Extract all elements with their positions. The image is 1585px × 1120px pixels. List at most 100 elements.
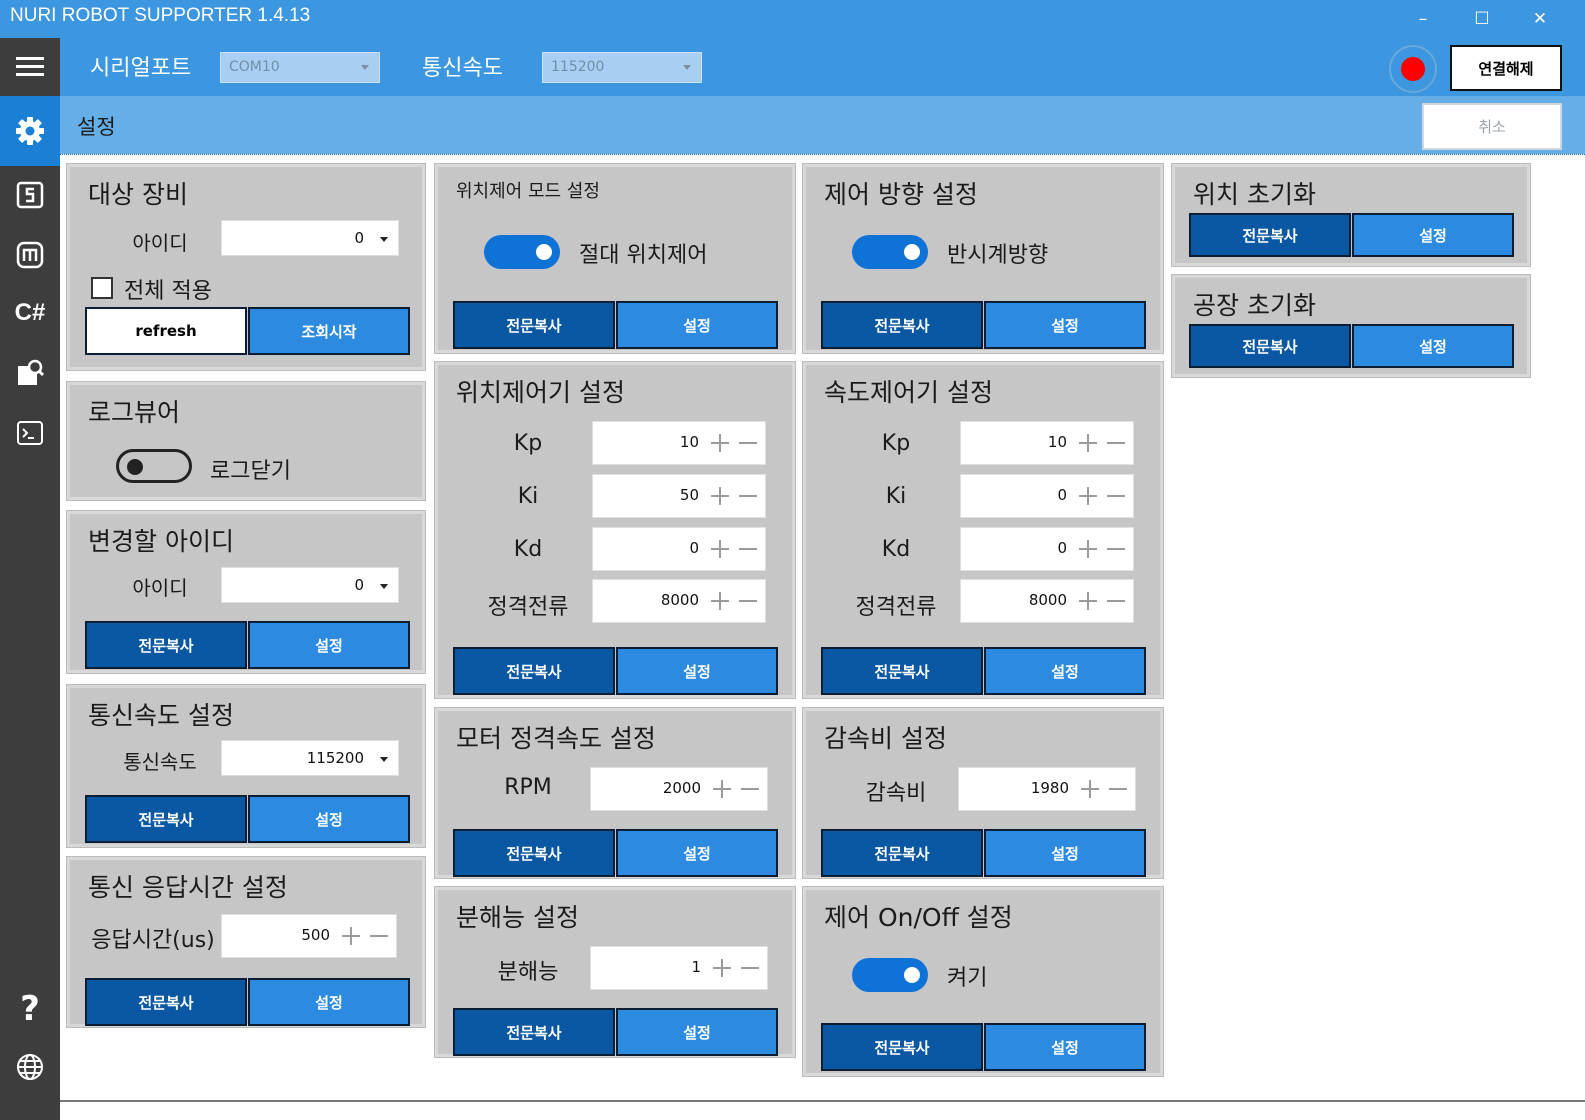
plus-icon[interactable] [709,534,731,564]
plus-icon[interactable] [709,586,731,616]
minus-icon[interactable] [1107,774,1129,804]
minus-icon[interactable] [737,586,759,616]
minimize-button[interactable]: – [1394,0,1452,38]
minus-icon[interactable] [1105,428,1127,458]
window-title: NURI ROBOT SUPPORTER 1.4.13 [10,5,311,26]
sidebar-item-csharp[interactable]: C# [0,284,60,342]
panel-title: 모터 정격속도 설정 [456,724,656,753]
target-device-panel: 대상 장비 아이디 0 전체 적용 refresh 조회시작 [66,163,426,371]
plus-icon[interactable] [1079,774,1101,804]
serial-port-label: 시리얼포트 [90,56,192,81]
bottom-divider [60,1100,1585,1102]
set-button[interactable]: 설정 [616,647,778,695]
scan-start-button[interactable]: 조회시작 [248,307,410,355]
minus-icon[interactable] [1105,481,1127,511]
plus-icon[interactable] [1077,428,1099,458]
direction-toggle[interactable] [852,235,928,269]
copy-button[interactable]: 전문복사 [85,621,247,669]
rated-current-stepper[interactable]: 8000 [592,579,766,623]
factory-reset-panel: 공장 초기화 전문복사 설정 [1171,274,1531,378]
control-onoff-toggle[interactable] [852,958,928,992]
plus-icon[interactable] [1077,534,1099,564]
position-mode-toggle[interactable] [484,235,560,269]
cancel-button[interactable]: 취소 [1422,103,1562,150]
plus-icon[interactable] [1077,481,1099,511]
copy-button[interactable]: 전문복사 [85,978,247,1026]
disconnect-button[interactable]: 연결해제 [1450,45,1562,91]
sidebar-item-terminal[interactable] [0,404,60,462]
copy-button[interactable]: 전문복사 [821,301,983,349]
response-time-panel: 통신 응답시간 설정 응답시간(us) 500 전문복사 설정 [66,856,426,1028]
baud-setting-select[interactable]: 115200 [221,740,399,776]
copy-button[interactable]: 전문복사 [1189,213,1351,257]
plus-icon[interactable] [711,774,733,804]
set-button[interactable]: 설정 [248,621,410,669]
set-button[interactable]: 설정 [1352,213,1514,257]
copy-button[interactable]: 전문복사 [821,1023,983,1071]
set-button[interactable]: 설정 [616,301,778,349]
serial-port-select[interactable]: COM10 [220,52,380,83]
baud-label: 통신속도 [123,750,197,774]
minus-icon[interactable] [1105,586,1127,616]
sidebar-item-help[interactable]: ? [0,980,60,1038]
sidebar-item-document-search[interactable] [0,344,60,402]
minus-icon[interactable] [737,428,759,458]
minus-icon[interactable] [737,481,759,511]
copy-button[interactable]: 전문복사 [1189,324,1351,368]
plus-icon[interactable] [709,481,731,511]
response-time-stepper[interactable]: 500 [221,914,397,958]
set-button[interactable]: 설정 [984,1023,1146,1071]
rpm-stepper[interactable]: 2000 [590,767,768,811]
copy-button[interactable]: 전문복사 [453,829,615,877]
gear-ratio-stepper[interactable]: 1980 [958,767,1136,811]
minus-icon[interactable] [739,774,761,804]
set-button[interactable]: 설정 [1352,324,1514,368]
hamburger-menu-button[interactable] [0,38,60,96]
set-button[interactable]: 설정 [984,829,1146,877]
log-toggle[interactable] [116,449,192,483]
sidebar-item-language[interactable] [0,1038,60,1096]
serial-port-value: COM10 [229,59,280,75]
set-button[interactable]: 설정 [248,795,410,843]
plus-icon[interactable] [1077,586,1099,616]
kp-stepper[interactable]: 10 [960,421,1134,465]
resolution-stepper[interactable]: 1 [590,946,768,990]
apply-all-checkbox[interactable] [91,277,113,299]
set-button[interactable]: 설정 [984,647,1146,695]
ki-stepper[interactable]: 50 [592,474,766,518]
copy-button[interactable]: 전문복사 [453,1008,615,1056]
rated-current-stepper[interactable]: 8000 [960,579,1134,623]
kd-stepper[interactable]: 0 [592,527,766,571]
kd-stepper[interactable]: 0 [960,527,1134,571]
minus-icon[interactable] [739,953,761,983]
target-id-value: 0 [354,229,364,247]
kp-stepper[interactable]: 10 [592,421,766,465]
set-button[interactable]: 설정 [248,978,410,1026]
target-id-select[interactable]: 0 [221,220,399,256]
sidebar-item-settings[interactable] [0,96,60,166]
minus-icon[interactable] [368,921,390,951]
copy-button[interactable]: 전문복사 [821,829,983,877]
minus-icon[interactable] [737,534,759,564]
set-button[interactable]: 설정 [984,301,1146,349]
refresh-button[interactable]: refresh [85,307,247,355]
minus-icon[interactable] [1105,534,1127,564]
maximize-button[interactable]: ☐ [1453,0,1511,38]
plus-icon[interactable] [711,953,733,983]
copy-button[interactable]: 전문복사 [453,647,615,695]
plus-icon[interactable] [709,428,731,458]
set-button[interactable]: 설정 [616,829,778,877]
copy-button[interactable]: 전문복사 [821,647,983,695]
baud-rate-select[interactable]: 115200 [542,52,702,83]
sidebar-item-mecha[interactable] [0,226,60,284]
sidebar-item-speedo[interactable] [0,166,60,224]
copy-button[interactable]: 전문복사 [85,795,247,843]
set-button[interactable]: 설정 [616,1008,778,1056]
copy-button[interactable]: 전문복사 [453,301,615,349]
direction-label: 반시계방향 [947,243,1049,268]
title-bar: NURI ROBOT SUPPORTER 1.4.13 – ☐ ✕ [0,0,1585,38]
new-id-select[interactable]: 0 [221,567,399,603]
ki-stepper[interactable]: 0 [960,474,1134,518]
close-button[interactable]: ✕ [1511,0,1569,38]
plus-icon[interactable] [340,921,362,951]
